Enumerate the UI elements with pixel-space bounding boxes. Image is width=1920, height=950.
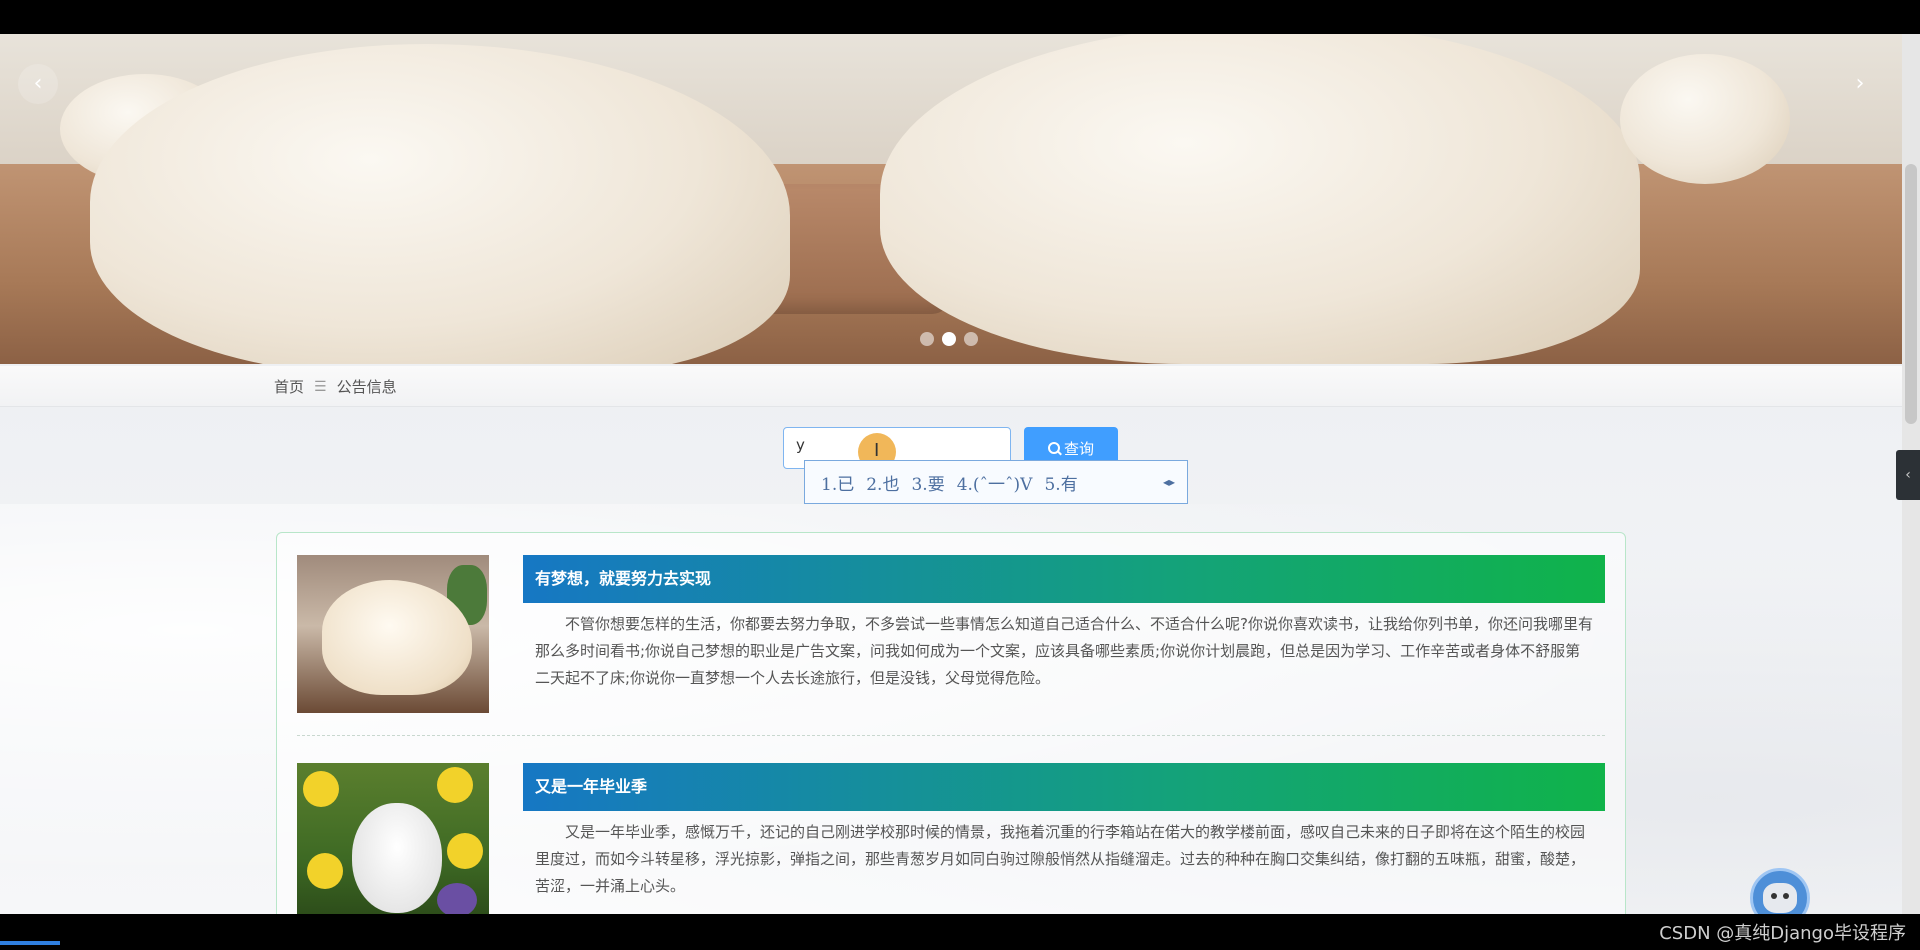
thumbnail-flower (437, 767, 473, 803)
page: ‹ › 首页 ☰ 公告信息 y I 查询 1.已 2.也 3.要 4.(ˆ一ˆ)… (0, 34, 1902, 914)
notice-thumbnail[interactable] (297, 555, 489, 713)
ime-candidate-bar: 1.已 2.也 3.要 4.(ˆ一ˆ)V 5.有 ◂▸ (804, 460, 1188, 504)
watermark: CSDN @真纯Django毕设程序 (1659, 923, 1906, 944)
search-button-label: 查询 (1063, 439, 1094, 458)
search-icon (1047, 442, 1060, 454)
breadcrumb-separator-icon: ☰ (314, 378, 327, 395)
carousel-dog-tail (1620, 54, 1790, 184)
ime-candidate-1[interactable]: 1.已 (821, 470, 854, 495)
video-progress[interactable] (0, 941, 60, 945)
breadcrumb-current: 公告信息 (336, 378, 397, 396)
robot-eye (1783, 893, 1789, 899)
scrollbar-thumb[interactable] (1905, 164, 1917, 424)
banner-carousel[interactable]: ‹ › (0, 34, 1902, 364)
side-panel-toggle[interactable]: ‹ (1896, 450, 1920, 500)
ime-candidate-2[interactable]: 2.也 (866, 470, 899, 495)
carousel-prev-button[interactable]: ‹ (18, 64, 58, 104)
carousel-dot[interactable] (920, 332, 934, 346)
carousel-dog-right (880, 34, 1640, 364)
thumbnail-flower (307, 853, 343, 889)
text-cursor-icon: I (874, 440, 880, 461)
carousel-dot-active[interactable] (942, 332, 956, 346)
breadcrumb-home[interactable]: 首页 (274, 376, 304, 397)
robot-eye (1771, 893, 1777, 899)
ime-candidate-5[interactable]: 5.有 (1044, 470, 1077, 495)
thumbnail-flower (447, 833, 483, 869)
notice-content: 又是一年毕业季，感慨万千，还记的自己刚进学校那时候的情景，我拖着沉重的行李箱站在… (535, 823, 1586, 895)
notice-thumbnail[interactable] (297, 763, 489, 914)
window-top-bar (0, 0, 1920, 34)
ime-candidate-3[interactable]: 3.要 (911, 470, 944, 495)
notice-content: 不管你想要怎样的生活，你都要去努力争取，不多尝试一些事情怎么知道自己适合什么、不… (535, 615, 1593, 687)
carousel-dot[interactable] (964, 332, 978, 346)
carousel-next-button[interactable]: › (1840, 64, 1880, 104)
chat-robot-button[interactable] (1750, 868, 1810, 914)
carousel-dog-left (90, 44, 790, 364)
notice-title[interactable]: 又是一年毕业季 (523, 763, 1605, 811)
thumbnail-flower (437, 883, 477, 914)
notice-title[interactable]: 有梦想，就要努力去实现 (523, 555, 1605, 603)
thumbnail-flower (303, 771, 339, 807)
breadcrumb: 首页 ☰ 公告信息 (0, 366, 1902, 407)
ime-page-arrows-icon[interactable]: ◂▸ (1163, 475, 1175, 489)
ime-candidate-4[interactable]: 4.(ˆ一ˆ)V (957, 470, 1033, 495)
thumbnail-kitten (352, 803, 442, 913)
carousel-indicators (920, 332, 978, 346)
notice-list: 有梦想，就要努力去实现 不管你想要怎样的生活，你都要去努力争取，不多尝试一些事情… (276, 532, 1626, 914)
list-divider (297, 735, 1605, 736)
robot-icon (1763, 883, 1797, 913)
bottom-bar (0, 914, 1920, 950)
